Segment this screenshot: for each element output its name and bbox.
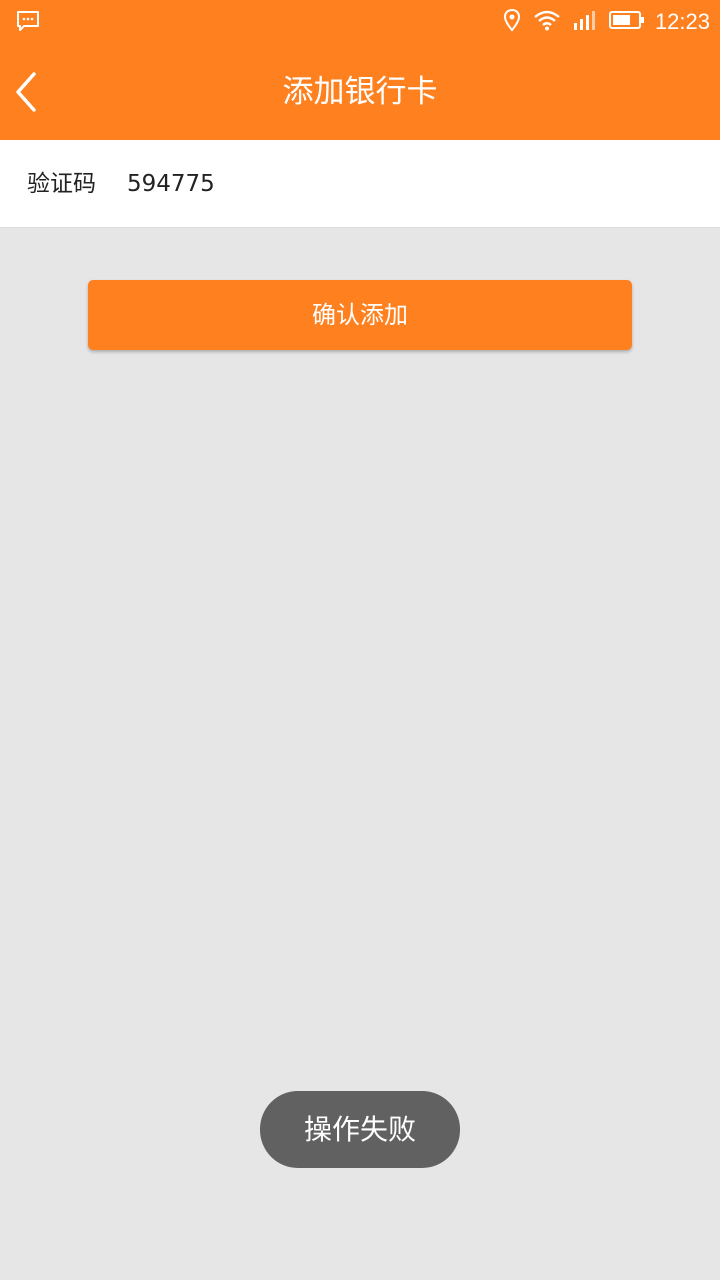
signal-icon — [573, 9, 597, 35]
status-icons: 12:23 — [491, 6, 710, 38]
verification-code-input[interactable] — [127, 168, 687, 200]
verification-code-label: 验证码 — [27, 171, 96, 197]
confirm-add-button[interactable]: 确认添加 — [88, 280, 632, 350]
location-icon — [503, 8, 521, 36]
toast-message: 操作失败 — [260, 1091, 460, 1168]
status-time: 12:23 — [654, 9, 710, 34]
battery-icon — [608, 10, 645, 34]
nav-bar: 添加银行卡 — [0, 44, 720, 140]
status-bar: 12:23 — [0, 0, 720, 44]
page-title: 添加银行卡 — [282, 74, 438, 110]
message-icon — [16, 10, 40, 36]
verification-code-row: 验证码 — [0, 140, 720, 228]
top-bar: 12:23 添加银行卡 — [0, 0, 720, 140]
wifi-icon — [533, 9, 561, 35]
